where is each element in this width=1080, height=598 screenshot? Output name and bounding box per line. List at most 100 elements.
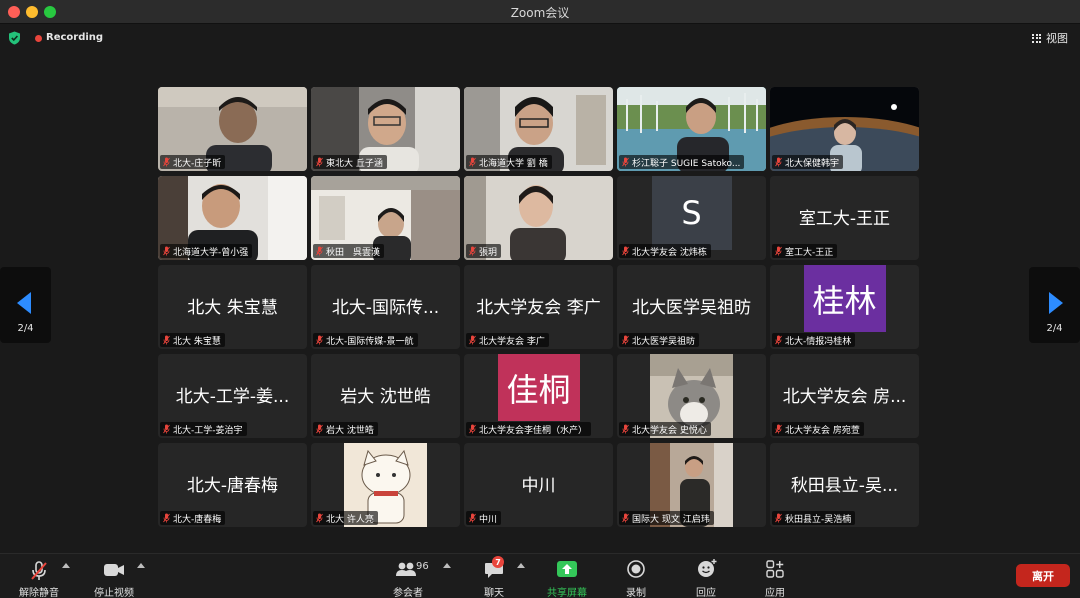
- participant-name-label: 北大学友会李佳桐（水产）: [466, 422, 592, 436]
- participant-tile[interactable]: 北大学友会 李广 北大学友会 李广: [464, 265, 613, 349]
- muted-mic-icon: [163, 335, 170, 345]
- participant-name-label: 中川: [466, 511, 502, 525]
- participants-button[interactable]: 96 参会者: [388, 557, 429, 598]
- participant-display-name: 北大-工学-姜...: [175, 387, 290, 407]
- participants-count: 96: [416, 561, 429, 572]
- participant-tile[interactable]: 北大-国际传... 北大-国际传媒-景一航: [311, 265, 460, 349]
- participant-display-name: 室工大-王正: [798, 209, 891, 229]
- record-button[interactable]: 录制: [618, 557, 654, 598]
- muted-mic-icon: [622, 424, 629, 434]
- apps-button[interactable]: 应用: [757, 557, 793, 598]
- unmute-button[interactable]: 解除静音: [12, 557, 66, 598]
- record-label: 录制: [626, 588, 646, 598]
- muted-mic-icon: [163, 513, 170, 523]
- participant-tile-active-speaker[interactable]: 杉江聡子 SUGIE Satoko...: [617, 87, 766, 171]
- participant-tile[interactable]: 秋田县立-吴... 秋田县立-吴浩楠: [770, 443, 919, 527]
- chat-button[interactable]: 7 聊天: [478, 556, 510, 598]
- participant-display-name: 北大学友会 李广: [476, 298, 601, 318]
- arrow-left-icon: [17, 292, 31, 314]
- stop-video-label: 停止视频: [94, 588, 134, 598]
- muted-mic-icon: [775, 513, 782, 523]
- share-screen-label: 共享屏幕: [547, 588, 587, 598]
- muted-mic-icon: [163, 157, 170, 167]
- participant-tile[interactable]: 岩大 沈世皓 岩大 沈世皓: [311, 354, 460, 438]
- participant-name-label: 北大-工学-姜治宇: [160, 422, 247, 436]
- muted-mic-icon: [316, 246, 323, 256]
- muted-mic-icon: [469, 246, 476, 256]
- participant-name-label: 岩大 沈世皓: [313, 422, 378, 436]
- participant-tile[interactable]: 北大-庄子昕: [158, 87, 307, 171]
- participant-name-label: 北大-唐春梅: [160, 511, 226, 525]
- muted-mic-icon: [316, 513, 323, 523]
- muted-mic-icon: [469, 335, 476, 345]
- participant-name-label: 北大-情报冯桂林: [772, 333, 856, 347]
- leave-meeting-button[interactable]: 离开: [1016, 564, 1070, 587]
- reactions-smiley-icon: [698, 559, 717, 577]
- participant-tile[interactable]: 北大保健韩宇: [770, 87, 919, 171]
- recording-dot-icon: [35, 35, 42, 42]
- participant-name-label: 北大学友会 史悦心: [619, 422, 711, 436]
- chat-options-chevron-icon[interactable]: [517, 563, 525, 568]
- view-button-label: 视图: [1046, 32, 1068, 45]
- participant-avatar: 桂林: [803, 265, 886, 332]
- participants-options-chevron-icon[interactable]: [443, 563, 451, 568]
- participant-tile[interactable]: 中川 中川: [464, 443, 613, 527]
- apps-icon: [766, 560, 784, 578]
- reactions-button[interactable]: 回应: [688, 557, 724, 598]
- participant-name-label: 杉江聡子 SUGIE Satoko...: [619, 155, 745, 169]
- participant-tile[interactable]: 秋田 呉雲漢: [311, 176, 460, 260]
- security-shield-icon[interactable]: [8, 31, 21, 45]
- participant-display-name: 北大-国际传...: [331, 298, 440, 318]
- unmute-label: 解除静音: [19, 588, 59, 598]
- participant-tile[interactable]: 桂林 北大-情报冯桂林: [770, 265, 919, 349]
- participant-name-label: 北大保健韩宇: [772, 155, 844, 169]
- view-button[interactable]: 视图: [1032, 30, 1068, 46]
- chat-label: 聊天: [484, 588, 504, 598]
- participant-tile[interactable]: 北大 朱宝慧 北大 朱宝慧: [158, 265, 307, 349]
- previous-page-button[interactable]: 2/4: [0, 267, 51, 343]
- page-indicator-right: 2/4: [1046, 323, 1063, 334]
- muted-mic-icon: [775, 157, 782, 167]
- participant-tile[interactable]: 張玥: [464, 176, 613, 260]
- recording-label[interactable]: Recording: [46, 32, 103, 43]
- participant-tile[interactable]: 北大学友会 史悦心: [617, 354, 766, 438]
- next-page-button[interactable]: 2/4: [1029, 267, 1080, 343]
- muted-mic-icon: [775, 335, 782, 345]
- share-screen-icon: [557, 561, 577, 577]
- apps-label: 应用: [765, 588, 785, 598]
- participant-display-name: 北大-唐春梅: [186, 476, 279, 496]
- participant-name-label: 北海道大学 劉 橋: [466, 155, 552, 169]
- participant-name-label: 張玥: [466, 244, 502, 258]
- participant-tile[interactable]: 北大医学吴祖昉 北大医学吴祖昉: [617, 265, 766, 349]
- participant-tile[interactable]: 室工大-王正 室工大-王正: [770, 176, 919, 260]
- participant-tile[interactable]: 北大 许人亮: [311, 443, 460, 527]
- participant-tile[interactable]: 北大学友会 房... 北大学友会 房宛萱: [770, 354, 919, 438]
- participant-name-label: 北大-国际传媒-景一航: [313, 333, 418, 347]
- participant-tile[interactable]: 佳桐 北大学友会李佳桐（水产）: [464, 354, 613, 438]
- participant-name-label: 北大学友会 沈炜栋: [619, 244, 711, 258]
- participant-tile[interactable]: 北海道大学 劉 橋: [464, 87, 613, 171]
- record-icon: [627, 560, 645, 578]
- participant-name-label: 北大 朱宝慧: [160, 333, 225, 347]
- share-screen-button[interactable]: 共享屏幕: [540, 557, 594, 598]
- participant-tile[interactable]: 北海道大学-曾小强: [158, 176, 307, 260]
- participant-name-label: 北大学友会 李广: [466, 333, 549, 347]
- video-options-chevron-icon[interactable]: [137, 563, 145, 568]
- window-title-bar: Zoom会议: [0, 0, 1080, 24]
- muted-mic-icon: [622, 246, 629, 256]
- meeting-top-bar: Recording 视图: [0, 24, 1080, 52]
- audio-options-chevron-icon[interactable]: [62, 563, 70, 568]
- participant-tile[interactable]: 国际大 现文 江启玮: [617, 443, 766, 527]
- participant-tile[interactable]: 北大-唐春梅 北大-唐春梅: [158, 443, 307, 527]
- participant-display-name: 秋田县立-吴...: [790, 476, 899, 496]
- participant-display-name: 北大 朱宝慧: [187, 298, 278, 318]
- participant-tile[interactable]: S 北大学友会 沈炜栋: [617, 176, 766, 260]
- stop-video-button[interactable]: 停止视频: [88, 557, 140, 598]
- grid-view-icon: [1032, 33, 1041, 43]
- muted-mic-icon: [316, 424, 323, 434]
- participant-tile[interactable]: 東北大 丘子涵: [311, 87, 460, 171]
- participant-display-name: 岩大 沈世皓: [340, 387, 431, 407]
- muted-mic-icon: [316, 335, 323, 345]
- muted-mic-icon: [316, 157, 323, 167]
- participant-tile[interactable]: 北大-工学-姜... 北大-工学-姜治宇: [158, 354, 307, 438]
